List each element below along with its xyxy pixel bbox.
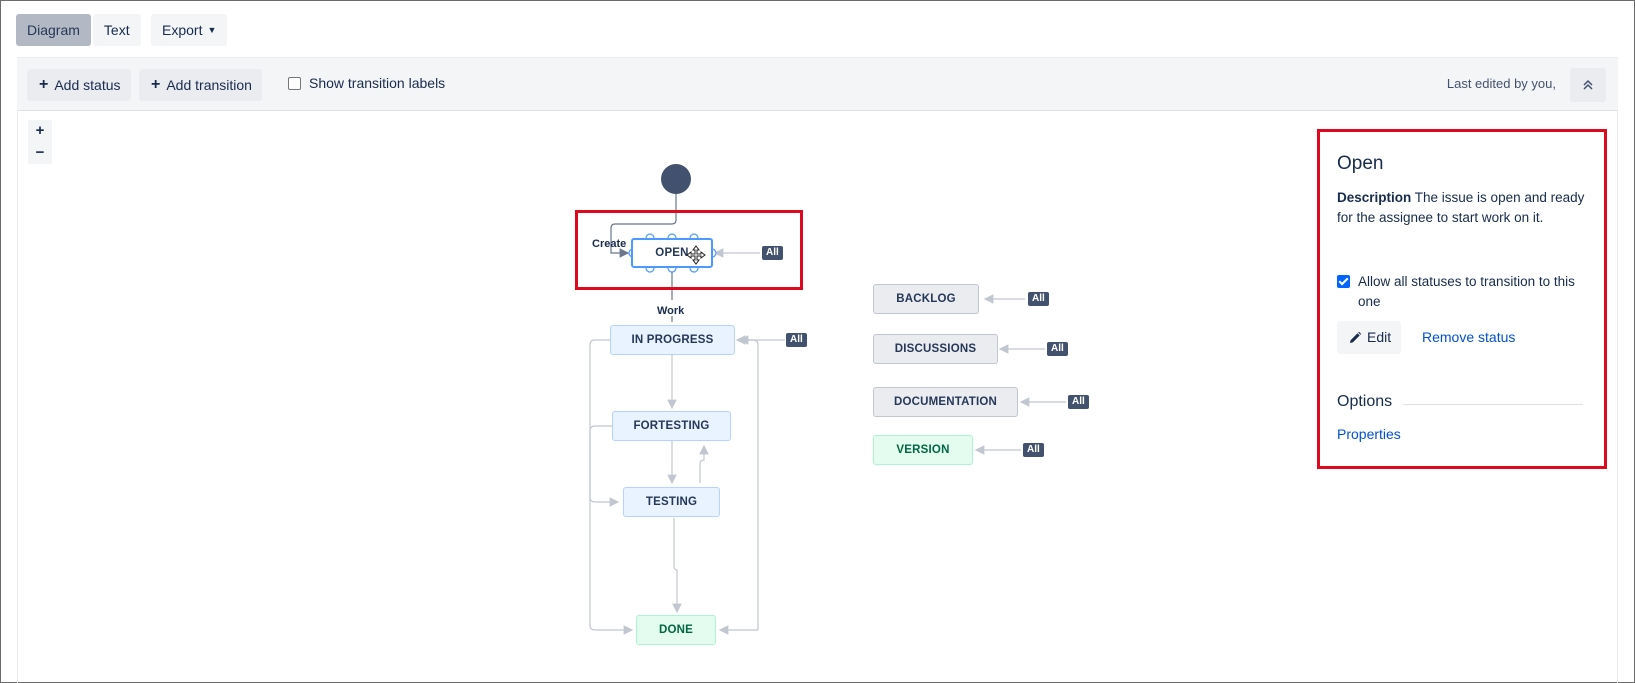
all-transition-badge[interactable]: All: [786, 333, 807, 347]
status-done[interactable]: DONE: [636, 615, 716, 645]
status-documentation[interactable]: DOCUMENTATION: [873, 387, 1018, 417]
status-done-label: DONE: [658, 624, 694, 636]
status-discussions-label: DISCUSSIONS: [894, 343, 977, 355]
all-transition-badge[interactable]: All: [1028, 292, 1049, 306]
status-backlog-label: BACKLOG: [896, 293, 956, 305]
status-in-progress-label: IN PROGRESS: [631, 334, 714, 346]
panel-highlight-box: [1317, 129, 1607, 469]
status-version[interactable]: VERSION: [873, 435, 973, 465]
status-version-label: VERSION: [896, 444, 950, 456]
status-documentation-label: DOCUMENTATION: [893, 396, 998, 408]
all-transition-badge[interactable]: All: [1023, 443, 1044, 457]
status-backlog[interactable]: BACKLOG: [873, 284, 979, 314]
status-fortesting-label: FORTESTING: [633, 420, 710, 432]
status-in-progress[interactable]: IN PROGRESS: [610, 325, 735, 355]
status-testing-label: TESTING: [645, 496, 698, 508]
all-transition-badge[interactable]: All: [1068, 395, 1089, 409]
status-testing[interactable]: TESTING: [623, 487, 720, 517]
status-discussions[interactable]: DISCUSSIONS: [873, 334, 998, 364]
all-transition-badge[interactable]: All: [1047, 342, 1068, 356]
start-node[interactable]: [661, 164, 691, 194]
open-highlight-box: [575, 210, 803, 290]
status-fortesting[interactable]: FORTESTING: [612, 411, 731, 441]
transition-label-work[interactable]: Work: [657, 305, 684, 317]
